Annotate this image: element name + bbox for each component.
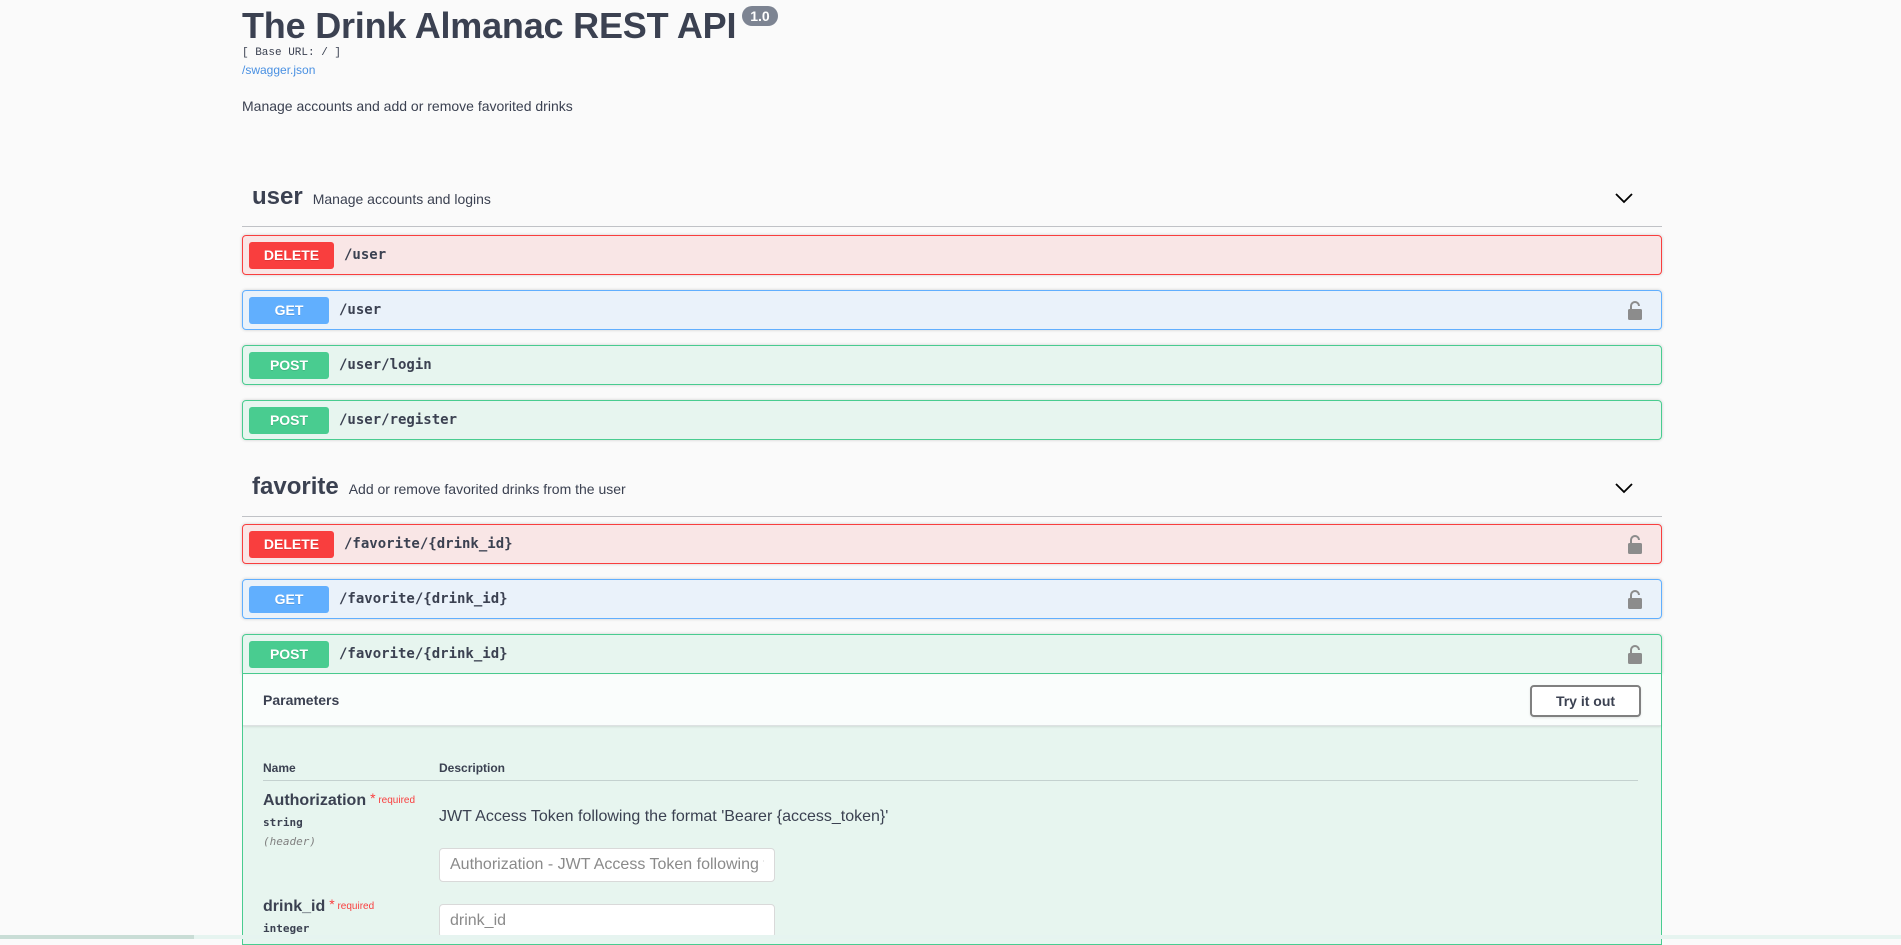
api-description: Manage accounts and add or remove favori… — [242, 98, 573, 114]
try-it-out-button[interactable]: Try it out — [1530, 685, 1641, 717]
method-badge: DELETE — [249, 530, 334, 558]
required-marker: * required — [370, 790, 416, 806]
lock-icon[interactable] — [1627, 301, 1643, 320]
drink-id-input[interactable] — [439, 904, 775, 938]
chevron-down-icon[interactable] — [1614, 188, 1634, 208]
param-name-text: Authorization — [263, 792, 367, 809]
param-type: string — [263, 816, 303, 829]
operation-body: Parameters Try it out Name Description A… — [242, 674, 1662, 945]
required-star: * — [370, 790, 376, 806]
required-label: required — [378, 795, 416, 806]
param-name: Authorization * required — [263, 790, 416, 810]
lock-icon[interactable] — [1627, 535, 1643, 554]
required-star: * — [329, 896, 335, 912]
method-badge: GET — [249, 585, 329, 613]
operation-path: /favorite/{drink_id} — [339, 646, 508, 662]
lock-icon[interactable] — [1627, 645, 1643, 664]
operation-get-user[interactable]: GET /user — [242, 290, 1662, 330]
tag-favorite-header[interactable]: favorite Add or remove favorited drinks … — [242, 458, 1662, 517]
version-badge: 1.0 — [742, 6, 778, 26]
method-badge: DELETE — [249, 241, 334, 269]
api-title: The Drink Almanac REST API — [242, 5, 737, 46]
operation-path: /user — [344, 247, 387, 263]
operation-get-favorite[interactable]: GET /favorite/{drink_id} — [242, 579, 1662, 619]
horizontal-scrollbar[interactable] — [0, 935, 1901, 939]
parameters-header: Parameters Try it out — [243, 674, 1661, 726]
operation-post-favorite[interactable]: POST /favorite/{drink_id} — [242, 634, 1662, 674]
param-type: integer — [263, 922, 310, 935]
scrollbar-thumb[interactable] — [0, 935, 194, 939]
lock-icon[interactable] — [1627, 590, 1643, 609]
param-name: drink_id * required — [263, 896, 375, 916]
tag-description: Manage accounts and logins — [312, 191, 491, 207]
required-marker: * required — [329, 896, 375, 912]
required-label: required — [337, 901, 375, 912]
parameters-title: Parameters — [263, 692, 340, 708]
method-badge: POST — [249, 351, 329, 379]
operation-path: /favorite/{drink_id} — [344, 536, 513, 552]
authorization-input[interactable] — [439, 848, 775, 882]
operation-post-user-register[interactable]: POST /user/register — [242, 400, 1662, 440]
param-name-text: drink_id — [263, 898, 326, 915]
method-badge: POST — [249, 406, 329, 434]
tag-name: user — [252, 183, 303, 210]
chevron-down-icon[interactable] — [1614, 478, 1634, 498]
operation-delete-user[interactable]: DELETE /user — [242, 235, 1662, 275]
operation-path: /user/register — [339, 412, 458, 428]
operation-delete-favorite[interactable]: DELETE /favorite/{drink_id} — [242, 524, 1662, 564]
swagger-json-link[interactable]: /swagger.json — [242, 63, 315, 77]
operation-post-user-login[interactable]: POST /user/login — [242, 345, 1662, 385]
operation-path: /favorite/{drink_id} — [339, 591, 508, 607]
divider — [263, 780, 1638, 781]
param-location: (header) — [263, 835, 316, 848]
param-description: JWT Access Token following the format 'B… — [439, 808, 889, 825]
tag-user-header[interactable]: user Manage accounts and logins — [242, 168, 1662, 227]
base-url: [ Base URL: / ] — [242, 47, 342, 59]
operation-path: /user/login — [339, 357, 432, 373]
tag-description: Add or remove favorited drinks from the … — [348, 481, 626, 497]
method-badge: GET — [249, 296, 329, 324]
title-row: The Drink Almanac REST API 1.0 — [242, 2, 778, 50]
column-header-name: Name — [263, 761, 296, 775]
tag-name: favorite — [252, 473, 339, 500]
column-header-description: Description — [439, 761, 506, 775]
method-badge: POST — [249, 640, 329, 668]
operation-path: /user — [339, 302, 382, 318]
